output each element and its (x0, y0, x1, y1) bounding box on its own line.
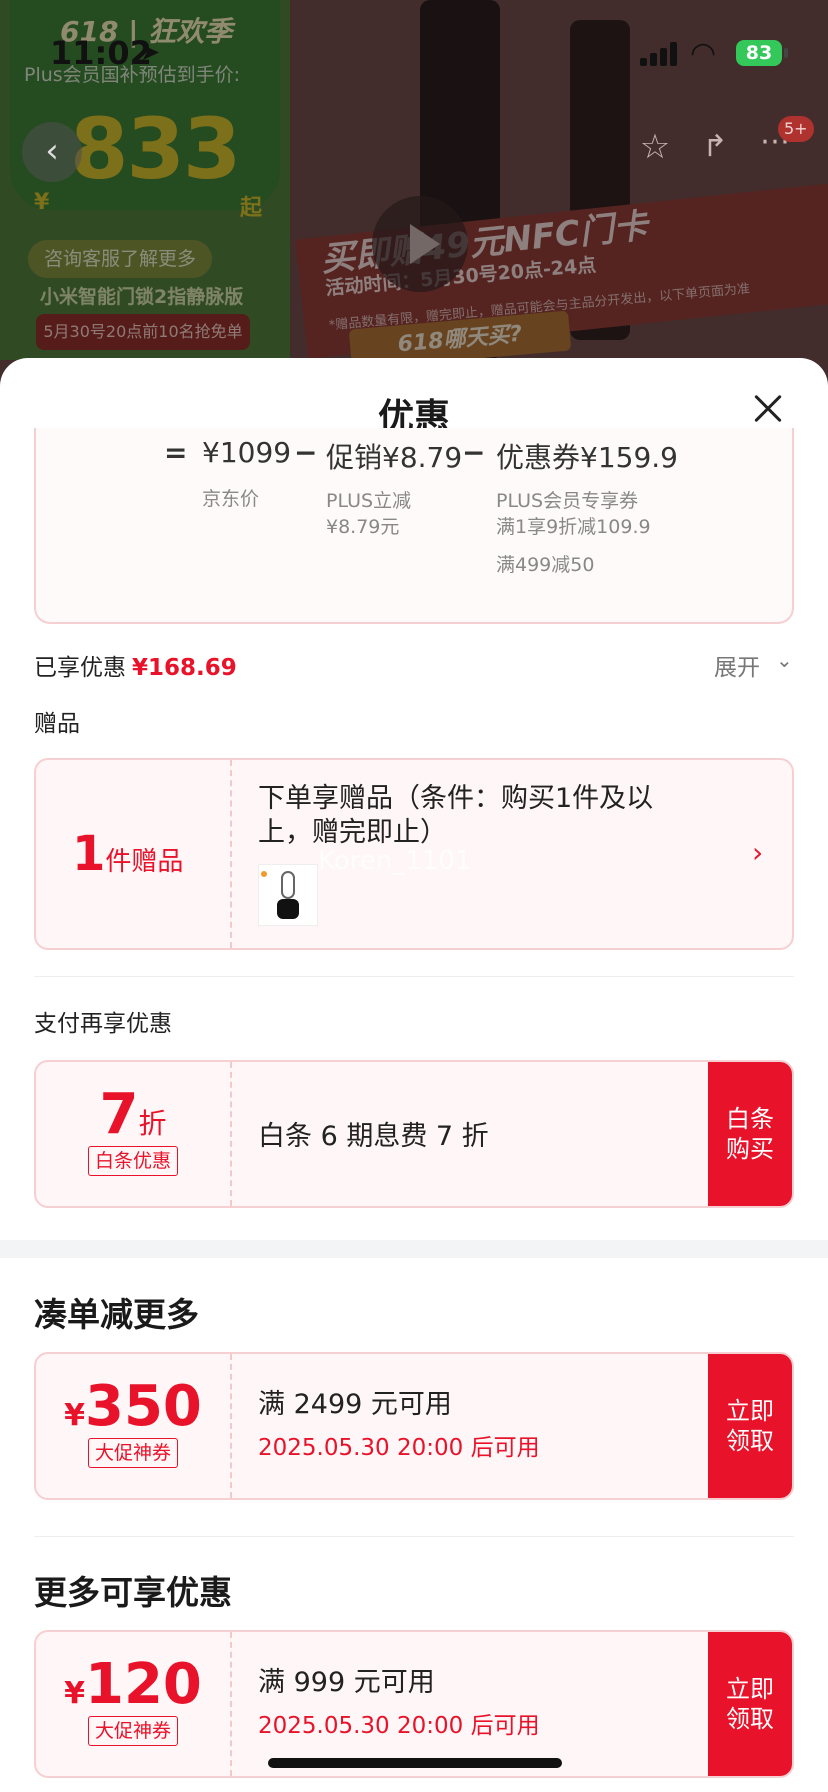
calc-promo-label-2: ¥8.79元 (326, 516, 400, 538)
coupon-card: ¥120 大促神券 满 999 元可用 2025.05.30 20:00 后可用… (34, 1630, 794, 1778)
pay-discount-number: 7 (99, 1082, 139, 1147)
calc-minus: − (462, 436, 486, 469)
pay-discount-card: 7折 白条优惠 白条 6 期息费 7 折 白条购买 (34, 1060, 794, 1208)
status-time: 11:02 (50, 34, 152, 72)
calc-minus: − (294, 436, 318, 469)
pay-discount-value: 7折 白条优惠 (36, 1086, 230, 1176)
chevron-right-icon[interactable]: › (752, 836, 763, 869)
coupon-card: ¥350 大促神券 满 2499 元可用 2025.05.30 20:00 后可… (34, 1352, 794, 1500)
wifi-icon: ◠ (690, 36, 717, 71)
claim-coupon-button[interactable]: 立即领取 (708, 1354, 792, 1498)
battery-tip (784, 48, 788, 58)
chevron-down-icon[interactable]: ⌄ (776, 648, 793, 672)
coupon-currency: ¥ (64, 1398, 85, 1433)
share-icon: ↱ (702, 129, 728, 164)
enjoyed-label: 已享优惠 (34, 655, 126, 681)
baitiao-tag: 白条优惠 (87, 1146, 178, 1176)
claim-coupon-button[interactable]: 立即领取 (708, 1632, 792, 1776)
enjoyed-discount: 已享优惠 ¥168.69 (34, 648, 237, 682)
calc-equals: = (164, 436, 188, 469)
section-band (0, 1240, 828, 1258)
gift-card[interactable]: 1件赠品 下单享赠品（条件：购买1件及以上，赠完即止） Koren_1101 › (34, 758, 794, 950)
message-badge: 5+ (778, 116, 814, 142)
pay-heading: 支付再享优惠 (34, 1011, 172, 1037)
section-heading-more-cut: 凑单减更多 (34, 1295, 199, 1334)
expand-button[interactable]: 展开 (714, 648, 760, 682)
gift-thumb-loop (281, 871, 295, 899)
calc-base-price: ¥1099 (202, 436, 292, 469)
coupon-value: ¥350 大促神券 (36, 1378, 230, 1468)
section-heading-more-offers: 更多可享优惠 (34, 1573, 232, 1612)
gift-thumb-dot (261, 871, 267, 877)
calc-coupon-label-3: 满499减50 (496, 554, 595, 576)
gift-thumb-body (277, 899, 299, 919)
gift-count: 1件赠品 (72, 826, 183, 882)
card-divider (230, 760, 232, 948)
discount-sheet: 优惠 = ¥1099 − 促销¥8.79 − 优惠券¥159.9 京东价 PLU… (0, 358, 828, 1792)
coupon-tag: 大促神券 (87, 1716, 178, 1746)
pay-description: 白条 6 期息费 7 折 (258, 1121, 489, 1152)
card-divider (230, 1632, 232, 1776)
favorite-icon: ☆ (639, 127, 671, 167)
coupon-condition: 满 2499 元可用 (258, 1389, 452, 1420)
coupon-amount: 120 (84, 1652, 202, 1717)
calc-coupon-label: PLUS会员专享券 (496, 490, 639, 512)
coupon-value: ¥120 大促神券 (36, 1656, 230, 1746)
price-calc-card: = ¥1099 − 促销¥8.79 − 优惠券¥159.9 京东价 PLUS立减… (34, 428, 794, 624)
gift-description: 下单享赠品（条件：购买1件及以上，赠完即止） (258, 783, 654, 848)
coupon-amount: 350 (84, 1374, 202, 1439)
coupon-time: 2025.05.30 20:00 后可用 (258, 1713, 540, 1739)
close-icon[interactable] (748, 388, 788, 428)
pay-discount-unit: 折 (138, 1107, 167, 1140)
card-divider (230, 1062, 232, 1206)
calc-promo: 促销¥8.79 (326, 441, 463, 474)
card-divider (230, 1354, 232, 1498)
enjoyed-amount: ¥168.69 (132, 655, 237, 681)
gift-count-number: 1 (72, 826, 106, 882)
divider (34, 976, 794, 977)
back-button: ‹ (22, 122, 82, 182)
baitiao-buy-button[interactable]: 白条购买 (708, 1062, 792, 1206)
signal-icon (640, 42, 678, 66)
gift-heading: 赠品 (34, 711, 80, 737)
calc-promo-label: PLUS立减 (326, 490, 412, 512)
coupon-tag: 大促神券 (87, 1438, 178, 1468)
coupon-time: 2025.05.30 20:00 后可用 (258, 1435, 540, 1461)
home-indicator[interactable] (268, 1758, 562, 1768)
gift-count-label: 件赠品 (105, 847, 184, 877)
calc-coupon: 优惠券¥159.9 (496, 441, 678, 474)
calc-coupon-label-2: 满1享9折减109.9 (496, 516, 651, 538)
watermark: Koren_1101 (318, 846, 472, 876)
coupon-condition: 满 999 元可用 (258, 1667, 435, 1698)
gift-thumbnail (258, 864, 318, 926)
divider (34, 1536, 794, 1537)
coupon-currency: ¥ (64, 1676, 85, 1711)
calc-base-label: 京东价 (202, 488, 260, 510)
location-icon: ➤ (140, 38, 161, 66)
battery-icon: 83 (736, 40, 782, 66)
